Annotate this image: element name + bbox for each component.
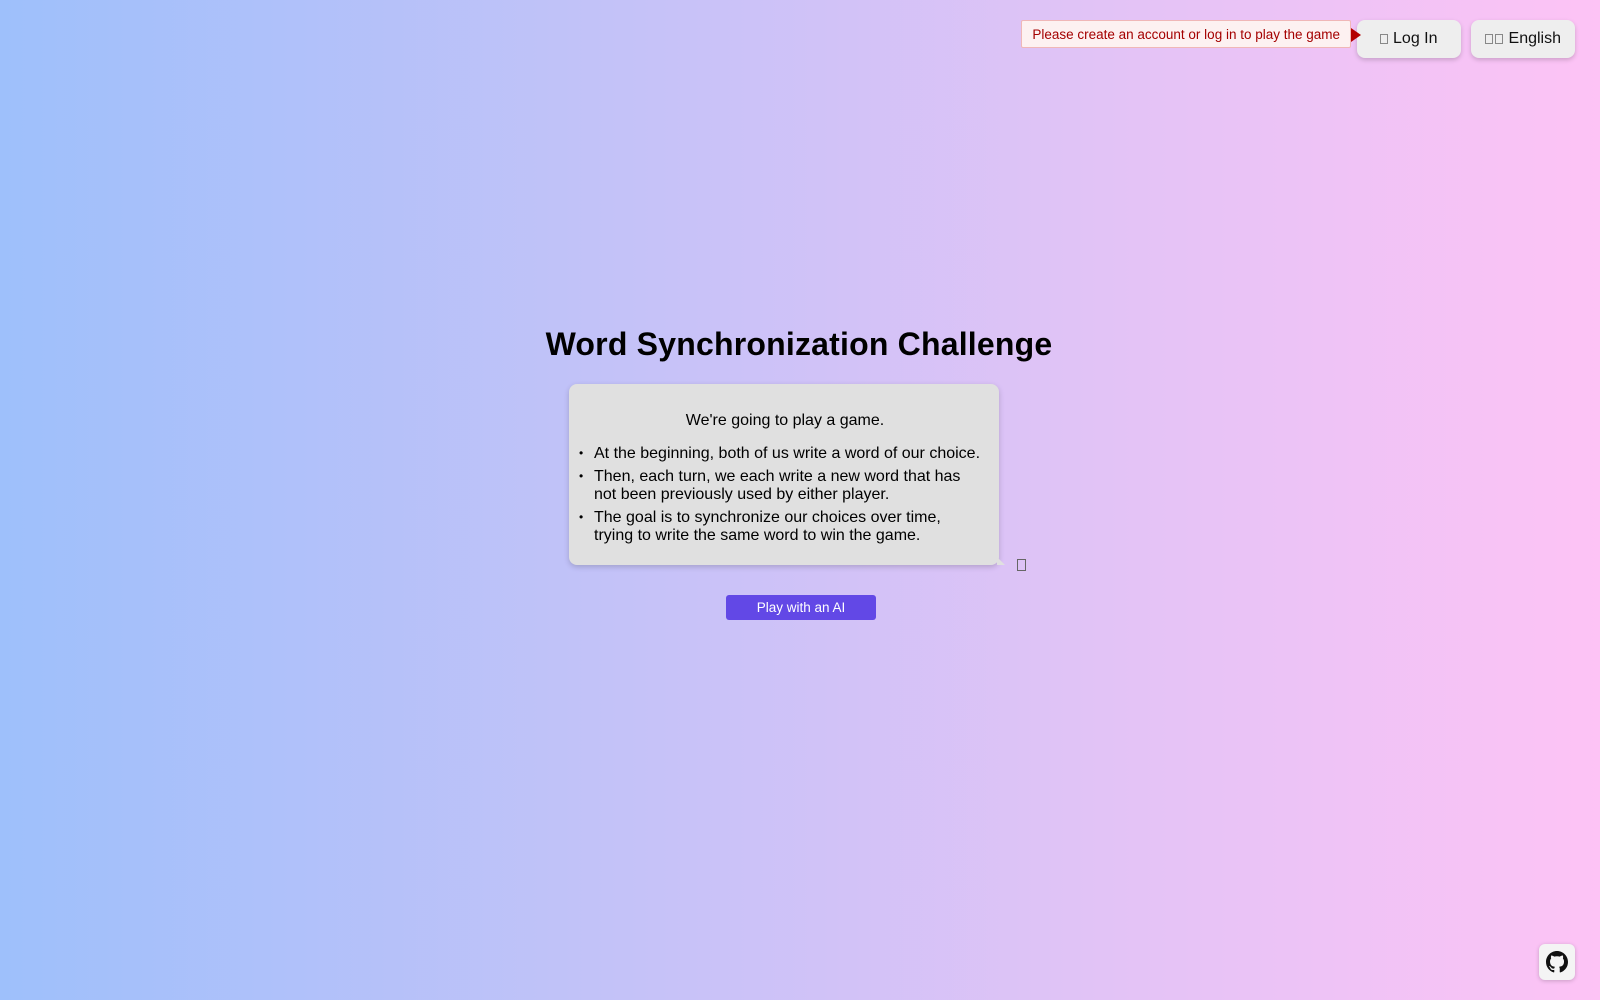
login-alert-text: Please create an account or log in to pl… (1032, 26, 1341, 42)
flag-icon (1484, 34, 1509, 44)
login-required-alert: Please create an account or log in to pl… (1021, 20, 1362, 48)
page-title: Word Synchronization Challenge (545, 326, 1053, 362)
language-selector-button[interactable]: English (1470, 20, 1575, 58)
login-button[interactable]: Log In (1357, 20, 1461, 58)
github-icon (1546, 951, 1568, 973)
main-content: Word Synchronization Challenge We're goi… (0, 326, 1600, 620)
speech-bubble-tail (997, 557, 1005, 565)
github-link[interactable] (1539, 944, 1575, 980)
bullet-icon: • (579, 446, 584, 460)
rule-text: Then, each turn, we each write a new wor… (594, 468, 961, 503)
rules-list: • At the beginning, both of us write a w… (579, 445, 981, 545)
rule-item: • The goal is to synchronize our choices… (579, 509, 981, 545)
user-icon (1380, 34, 1389, 44)
play-with-ai-button[interactable]: Play with an AI (726, 595, 876, 620)
rule-text: At the beginning, both of us write a wor… (594, 445, 981, 462)
rules-intro: We're going to play a game. (685, 412, 885, 429)
login-button-label: Log In (1393, 30, 1438, 47)
speaker-icon[interactable] (1017, 559, 1026, 571)
rules-card-wrapper: We're going to play a game. • At the beg… (569, 384, 1026, 571)
bullet-icon: • (579, 510, 584, 524)
rule-item: • Then, each turn, we each write a new w… (579, 468, 981, 504)
alert-arrow-icon (1351, 28, 1362, 42)
rules-card: We're going to play a game. • At the beg… (569, 384, 999, 565)
language-label: English (1508, 30, 1561, 47)
rule-text: The goal is to synchronize our choices o… (594, 509, 941, 544)
bullet-icon: • (579, 469, 584, 483)
rule-item: • At the beginning, both of us write a w… (579, 445, 981, 463)
top-right-controls: Please create an account or log in to pl… (1021, 20, 1575, 58)
